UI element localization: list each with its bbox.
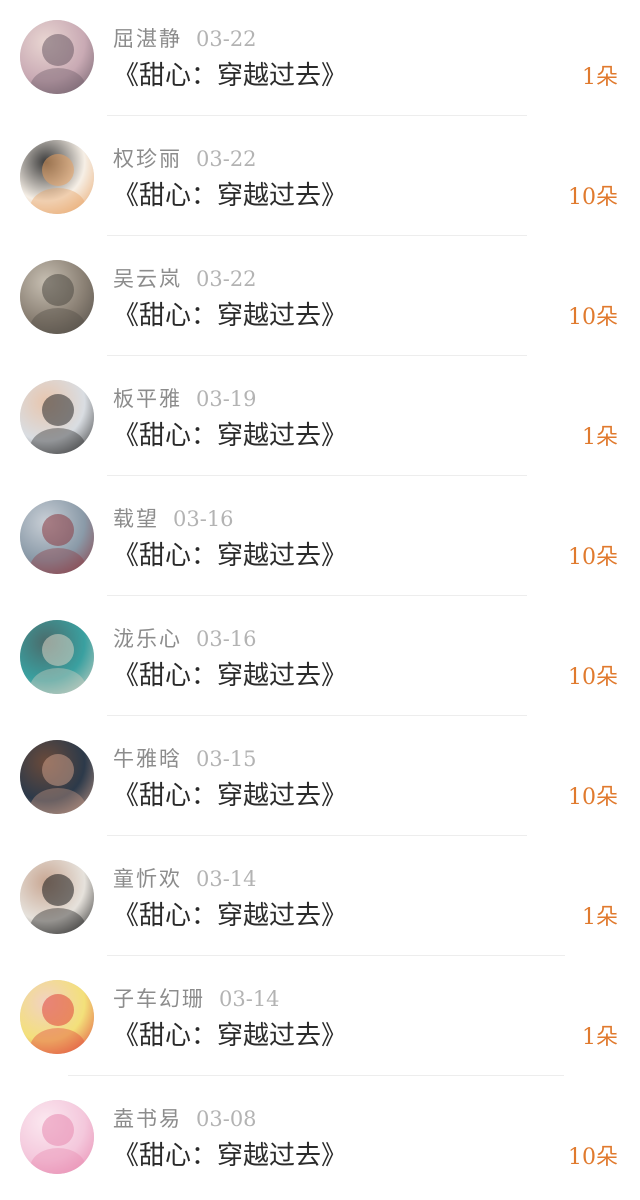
flower-count: 10朵 bbox=[568, 305, 618, 330]
divider bbox=[107, 115, 527, 116]
user-name[interactable]: 载望 bbox=[113, 507, 159, 531]
flower-count: 1朵 bbox=[582, 425, 618, 450]
flower-count: 1朵 bbox=[582, 65, 618, 90]
comment-date: 03-14 bbox=[219, 987, 280, 1011]
comment-meta: 板平雅 03-19 bbox=[113, 384, 257, 414]
user-name[interactable]: 泷乐心 bbox=[113, 627, 182, 651]
flower-count: 10朵 bbox=[568, 545, 618, 570]
avatar[interactable] bbox=[20, 1100, 94, 1174]
flower-count: 10朵 bbox=[568, 785, 618, 810]
list-item[interactable]: 泷乐心 03-16 《甜心：穿越过去》 10朵 bbox=[0, 600, 640, 720]
avatar-figure bbox=[42, 754, 74, 786]
user-name[interactable]: 吴云岚 bbox=[113, 267, 182, 291]
list-item[interactable]: 板平雅 03-19 《甜心：穿越过去》 1朵 bbox=[0, 360, 640, 480]
avatar[interactable] bbox=[20, 500, 94, 574]
avatar[interactable] bbox=[20, 860, 94, 934]
avatar[interactable] bbox=[20, 740, 94, 814]
comment-date: 03-16 bbox=[173, 507, 234, 531]
user-name[interactable]: 屈湛静 bbox=[113, 27, 182, 51]
comment-date: 03-22 bbox=[196, 267, 257, 291]
list-item[interactable]: 牛雅晗 03-15 《甜心：穿越过去》 10朵 bbox=[0, 720, 640, 840]
list-item[interactable]: 盍书易 03-08 《甜心：穿越过去》 10朵 bbox=[0, 1080, 640, 1200]
avatar-figure bbox=[42, 514, 74, 546]
divider bbox=[68, 1075, 564, 1076]
avatar[interactable] bbox=[20, 380, 94, 454]
user-name[interactable]: 子车幻珊 bbox=[113, 987, 205, 1011]
comment-date: 03-16 bbox=[196, 627, 257, 651]
avatar-figure bbox=[42, 994, 74, 1026]
book-title[interactable]: 《甜心：穿越过去》 bbox=[113, 416, 347, 456]
book-title[interactable]: 《甜心：穿越过去》 bbox=[113, 56, 347, 96]
flower-count: 1朵 bbox=[582, 905, 618, 930]
divider bbox=[107, 355, 527, 356]
list-item[interactable]: 子车幻珊 03-14 《甜心：穿越过去》 1朵 bbox=[0, 960, 640, 1080]
comment-meta: 权珍丽 03-22 bbox=[113, 144, 257, 174]
comment-meta: 童忻欢 03-14 bbox=[113, 864, 257, 894]
book-title[interactable]: 《甜心：穿越过去》 bbox=[113, 296, 347, 336]
comment-meta: 盍书易 03-08 bbox=[113, 1104, 257, 1134]
comment-meta: 牛雅晗 03-15 bbox=[113, 744, 257, 774]
book-title[interactable]: 《甜心：穿越过去》 bbox=[113, 776, 347, 816]
divider bbox=[107, 235, 527, 236]
avatar[interactable] bbox=[20, 620, 94, 694]
list-item[interactable]: 载望 03-16 《甜心：穿越过去》 10朵 bbox=[0, 480, 640, 600]
divider bbox=[107, 475, 527, 476]
book-title[interactable]: 《甜心：穿越过去》 bbox=[113, 176, 347, 216]
user-name[interactable]: 权珍丽 bbox=[113, 147, 182, 171]
avatar[interactable] bbox=[20, 140, 94, 214]
book-title[interactable]: 《甜心：穿越过去》 bbox=[113, 896, 347, 936]
avatar-figure bbox=[42, 274, 74, 306]
comment-list: 屈湛静 03-22 《甜心：穿越过去》 1朵 权珍丽 03-22 《甜心：穿越过去》… bbox=[0, 0, 640, 1188]
comment-date: 03-22 bbox=[196, 27, 257, 51]
comment-date: 03-15 bbox=[196, 747, 257, 771]
user-name[interactable]: 盍书易 bbox=[113, 1107, 182, 1131]
book-title[interactable]: 《甜心：穿越过去》 bbox=[113, 656, 347, 696]
comment-date: 03-19 bbox=[196, 387, 257, 411]
avatar-figure bbox=[42, 34, 74, 66]
divider bbox=[107, 955, 565, 956]
flower-count: 10朵 bbox=[568, 185, 618, 210]
avatar[interactable] bbox=[20, 260, 94, 334]
divider bbox=[107, 715, 527, 716]
list-item[interactable]: 吴云岚 03-22 《甜心：穿越过去》 10朵 bbox=[0, 240, 640, 360]
book-title[interactable]: 《甜心：穿越过去》 bbox=[113, 536, 347, 576]
comment-date: 03-14 bbox=[196, 867, 257, 891]
comment-date: 03-22 bbox=[196, 147, 257, 171]
comment-meta: 屈湛静 03-22 bbox=[113, 24, 257, 54]
divider bbox=[107, 595, 527, 596]
user-name[interactable]: 童忻欢 bbox=[113, 867, 182, 891]
flower-count: 10朵 bbox=[568, 665, 618, 690]
avatar-figure bbox=[42, 634, 74, 666]
avatar[interactable] bbox=[20, 20, 94, 94]
list-item[interactable]: 童忻欢 03-14 《甜心：穿越过去》 1朵 bbox=[0, 840, 640, 960]
flower-count: 1朵 bbox=[582, 1025, 618, 1050]
user-name[interactable]: 板平雅 bbox=[113, 387, 182, 411]
avatar-figure bbox=[42, 874, 74, 906]
divider bbox=[107, 835, 527, 836]
book-title[interactable]: 《甜心：穿越过去》 bbox=[113, 1136, 347, 1176]
list-item[interactable]: 权珍丽 03-22 《甜心：穿越过去》 10朵 bbox=[0, 120, 640, 240]
comment-date: 03-08 bbox=[196, 1107, 257, 1131]
avatar-figure bbox=[42, 1114, 74, 1146]
comment-meta: 子车幻珊 03-14 bbox=[113, 984, 280, 1014]
comment-meta: 吴云岚 03-22 bbox=[113, 264, 257, 294]
comment-meta: 泷乐心 03-16 bbox=[113, 624, 257, 654]
book-title[interactable]: 《甜心：穿越过去》 bbox=[113, 1016, 347, 1056]
list-item[interactable]: 屈湛静 03-22 《甜心：穿越过去》 1朵 bbox=[0, 0, 640, 120]
avatar-figure bbox=[42, 394, 74, 426]
user-name[interactable]: 牛雅晗 bbox=[113, 747, 182, 771]
avatar[interactable] bbox=[20, 980, 94, 1054]
comment-meta: 载望 03-16 bbox=[113, 504, 234, 534]
flower-count: 10朵 bbox=[568, 1145, 618, 1170]
avatar-figure bbox=[42, 154, 74, 186]
